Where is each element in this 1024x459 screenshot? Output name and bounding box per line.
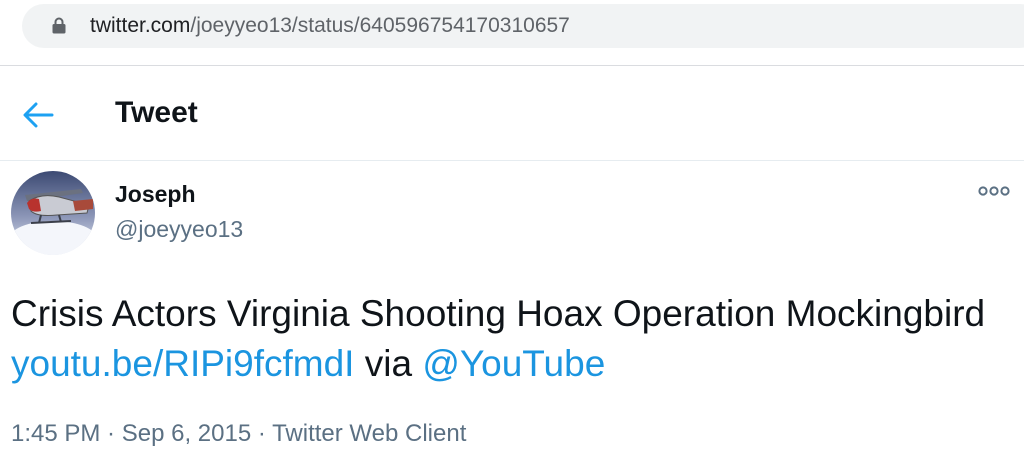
browser-toolbar: twitter.com/joeyyeo13/status/64059675417… [0,0,1024,66]
avatar[interactable] [11,171,95,255]
author-handle[interactable]: @joeyyeo13 [115,215,243,243]
url-host: twitter.com [90,14,191,37]
tweet-time[interactable]: 1:45 PM [11,420,100,447]
tweet-source[interactable]: Twitter Web Client [272,420,466,447]
tweet-text: Crisis Actors Virginia Shooting Hoax Ope… [11,289,1011,389]
address-bar[interactable]: twitter.com/joeyyeo13/status/64059675417… [22,4,1024,48]
tweet-text-part1: Crisis Actors Virginia Shooting Hoax Ope… [11,293,986,334]
tweet-date[interactable]: Sep 6, 2015 [122,420,251,447]
author-display-name[interactable]: Joseph [115,180,196,208]
tweet-meta: 1:45 PM · Sep 6, 2015 · Twitter Web Clie… [11,419,466,449]
tweet-page-header: Tweet [0,67,1024,161]
tweet-link[interactable]: youtu.be/RIPi9fcfmdI [11,343,354,384]
page-title: Tweet [115,96,198,129]
url-path: /joeyyeo13/status/640596754170310657 [190,14,570,37]
more-options-icon[interactable] [978,183,1010,199]
avatar-image [11,171,95,255]
meta-separator: · [251,420,273,447]
tweet-mention[interactable]: @YouTube [422,343,605,384]
arrow-left-icon[interactable] [22,101,54,129]
meta-separator: · [100,420,122,447]
lock-icon[interactable] [52,17,66,34]
url-text[interactable]: twitter.com/joeyyeo13/status/64059675417… [90,13,570,39]
tweet-text-part2: via [354,343,423,384]
